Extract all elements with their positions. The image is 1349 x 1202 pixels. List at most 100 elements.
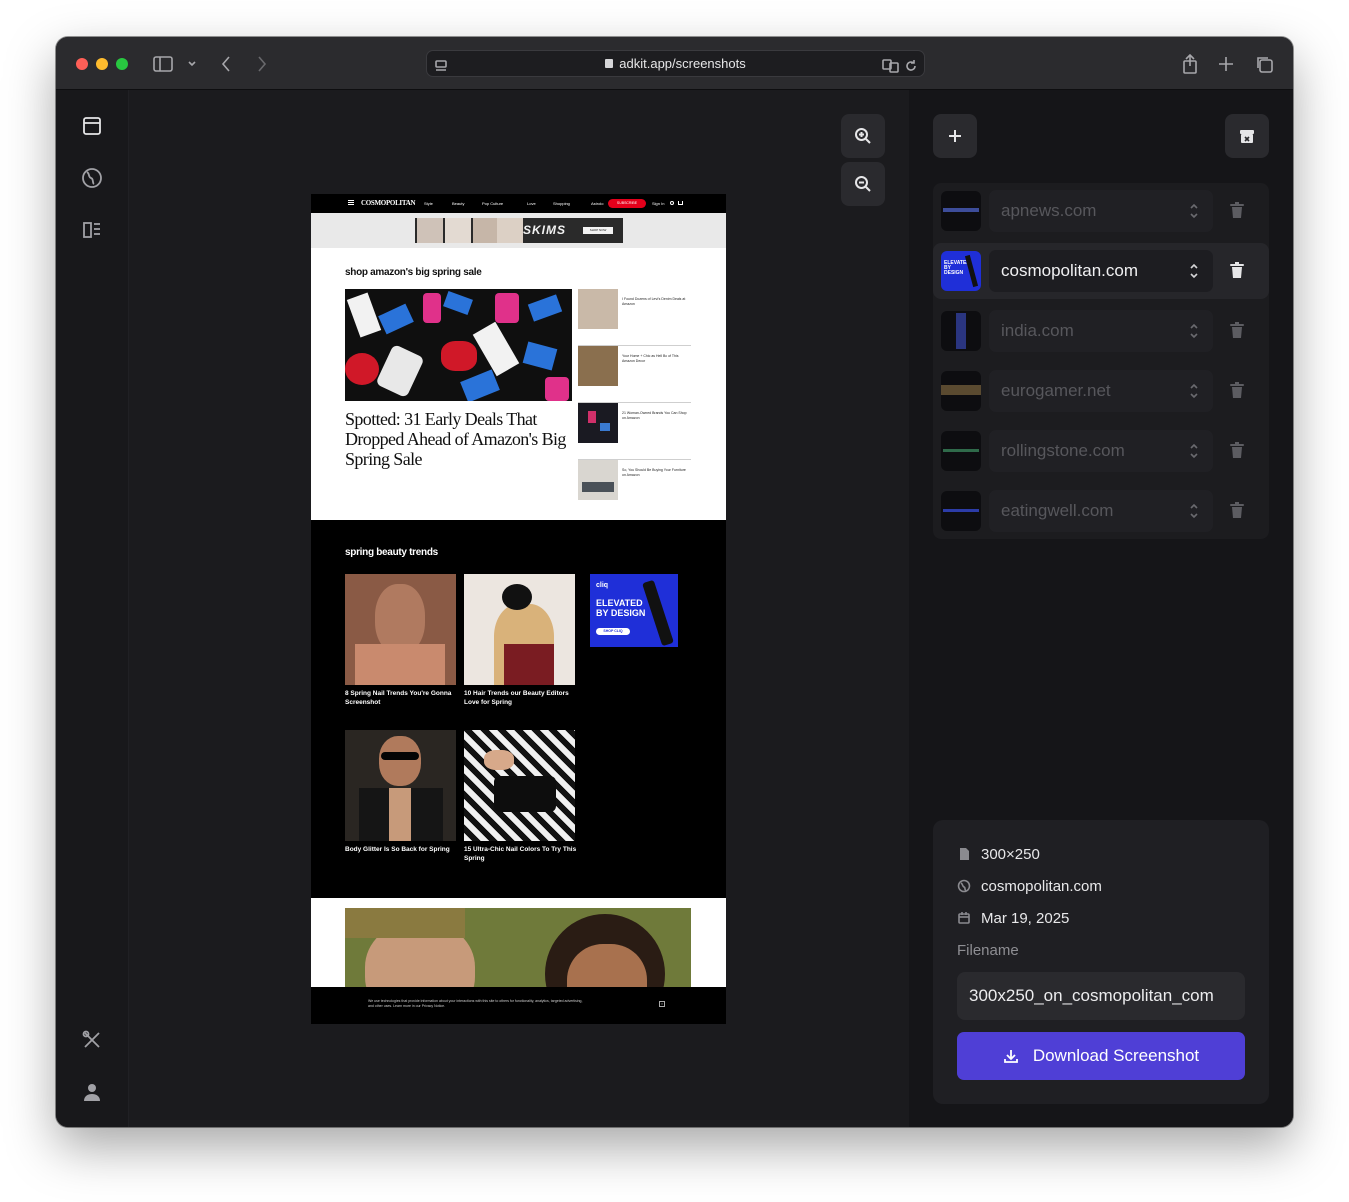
site-row-apnews[interactable]: apnews.com	[933, 183, 1269, 239]
article-card-title: 8 Spring Nail Trends You're Gonna Screen…	[345, 690, 452, 706]
close-window-button[interactable]	[76, 58, 88, 70]
clear-all-button[interactable]	[1225, 114, 1269, 158]
account-nav-icon[interactable]	[79, 1079, 105, 1105]
zoom-in-icon	[855, 128, 871, 144]
trash-icon[interactable]	[1230, 502, 1244, 519]
side-article: So, You Should Be Buying Your Furniture …	[578, 460, 691, 517]
share-icon[interactable]	[1180, 53, 1200, 75]
site-thumbnail	[941, 191, 981, 231]
site-select[interactable]: eatingwell.com	[989, 490, 1213, 532]
article-card-title: Body Glitter Is So Back for Spring	[345, 846, 450, 853]
skims-cta: SHOP NOW	[583, 227, 613, 234]
leaderboard-ad: SKIMS SHOP NOW	[311, 213, 726, 248]
hamburger-icon	[348, 200, 354, 201]
site-list: apnews.com ELEVATED BY DESIGN cosmopolit…	[933, 183, 1269, 539]
articles-nav-icon[interactable]	[79, 217, 105, 243]
article-card-title: 15 Ultra-Chic Nail Colors To Try This Sp…	[464, 846, 577, 862]
site-row-rollingstone[interactable]: rollingstone.com	[933, 423, 1269, 479]
site-select[interactable]: india.com	[989, 310, 1213, 352]
trash-icon[interactable]	[1230, 262, 1244, 279]
beauty-section: spring beauty trends 8 Spring Nail Trend…	[311, 520, 726, 898]
tools-nav-icon[interactable]	[79, 1027, 105, 1053]
site-select[interactable]: apnews.com	[989, 190, 1213, 232]
cliq-logo: cliq	[596, 582, 609, 589]
site-select[interactable]: eurogamer.net	[989, 370, 1213, 412]
add-site-button[interactable]	[933, 114, 977, 158]
site-cart-icon	[678, 201, 683, 205]
trash-icon[interactable]	[1230, 202, 1244, 219]
site-select[interactable]: rollingstone.com	[989, 430, 1213, 472]
sidebar-toggle-icon[interactable]	[152, 53, 174, 75]
site-row-cosmopolitan[interactable]: ELEVATED BY DESIGN cosmopolitan.com	[933, 243, 1269, 299]
section-title: spring beauty trends	[345, 547, 438, 558]
site-row-eurogamer[interactable]: eurogamer.net	[933, 363, 1269, 419]
site-logo: COSMOPOLITAN	[361, 199, 416, 207]
new-tab-icon[interactable]	[1216, 53, 1236, 75]
site-search-icon	[670, 201, 674, 205]
globe-icon	[957, 879, 971, 893]
download-icon	[1003, 1050, 1018, 1063]
site-subscribe-button: SUBSCRIBE	[608, 199, 646, 208]
screenshots-nav-icon[interactable]	[79, 113, 105, 139]
calendar-icon	[957, 911, 971, 925]
site-nav-item: Beauty	[452, 201, 465, 206]
filename-input[interactable]	[957, 972, 1245, 1020]
chevron-up-down-icon	[1189, 382, 1199, 400]
trash-icon[interactable]	[1230, 382, 1244, 399]
article-card-image	[345, 574, 456, 685]
download-screenshot-button[interactable]: Download Screenshot	[957, 1032, 1245, 1080]
url-text: adkit.app/screenshots	[619, 56, 746, 71]
info-site: cosmopolitan.com	[957, 876, 1102, 896]
site-nav-item: Love	[527, 201, 536, 206]
chevron-up-down-icon	[1189, 262, 1199, 280]
section-title: shop amazon's big spring sale	[345, 267, 482, 278]
lock-icon	[605, 59, 614, 68]
address-bar[interactable]: adkit.app/screenshots	[426, 50, 925, 77]
info-date: Mar 19, 2025	[957, 908, 1069, 928]
site-signin: Sign In	[652, 201, 665, 206]
plus-icon	[949, 130, 961, 142]
trash-icon[interactable]	[1230, 442, 1244, 459]
site-thumbnail: ELEVATED BY DESIGN	[941, 251, 981, 291]
filename-label: Filename	[957, 942, 1019, 959]
side-article: Your Home + Chic as Hell Bc of This Amaz…	[578, 346, 691, 403]
site-nav: COSMOPOLITAN Style Beauty Pop Culture Lo…	[311, 194, 726, 213]
cookie-text: We use technologies that provide informa…	[368, 999, 583, 1008]
site-select[interactable]: cosmopolitan.com	[989, 250, 1213, 292]
chevron-up-down-icon	[1189, 442, 1199, 460]
cookie-close-icon: ×	[659, 1001, 665, 1007]
chevron-down-icon[interactable]	[186, 53, 198, 75]
left-rail	[56, 90, 129, 1127]
side-article: I Found Dozens of Levi's Denim Deals at …	[578, 289, 691, 346]
back-arrow-icon[interactable]	[218, 53, 234, 75]
site-nav-item: Astrolo	[591, 201, 604, 206]
site-nav-item: Pop Culture	[482, 201, 504, 206]
file-icon	[957, 847, 971, 861]
cookie-banner: We use technologies that provide informa…	[311, 987, 726, 1024]
trash-icon[interactable]	[1230, 322, 1244, 339]
translate-icon[interactable]	[881, 55, 901, 77]
zoom-in-button[interactable]	[841, 114, 885, 158]
forward-arrow-icon[interactable]	[254, 53, 270, 75]
minimize-window-button[interactable]	[96, 58, 108, 70]
side-article: 21 Woman-Owned Brands You Can Shop on Am…	[578, 403, 691, 460]
chevron-up-down-icon	[1189, 322, 1199, 340]
site-row-india[interactable]: india.com	[933, 303, 1269, 359]
article-card-image	[464, 730, 575, 841]
chevron-up-down-icon	[1189, 502, 1199, 520]
archive-x-icon	[1240, 130, 1254, 143]
article-card-title: 10 Hair Trends our Beauty Editors Love f…	[464, 690, 569, 706]
site-thumbnail	[941, 371, 981, 411]
globe-nav-icon[interactable]	[79, 165, 105, 191]
zoom-window-button[interactable]	[116, 58, 128, 70]
site-row-eatingwell[interactable]: eatingwell.com	[933, 483, 1269, 539]
title-bar: adkit.app/screenshots	[56, 37, 1293, 90]
reload-icon[interactable]	[903, 55, 919, 77]
site-thumbnail	[941, 311, 981, 351]
cliq-cta: SHOP CLIQ	[596, 628, 630, 635]
zoom-out-button[interactable]	[841, 162, 885, 206]
website-preview: COSMOPOLITAN Style Beauty Pop Culture Lo…	[311, 194, 726, 1024]
tab-overview-icon[interactable]	[1254, 53, 1274, 75]
chevron-up-down-icon	[1189, 202, 1199, 220]
skims-logo: SKIMS	[523, 223, 567, 237]
